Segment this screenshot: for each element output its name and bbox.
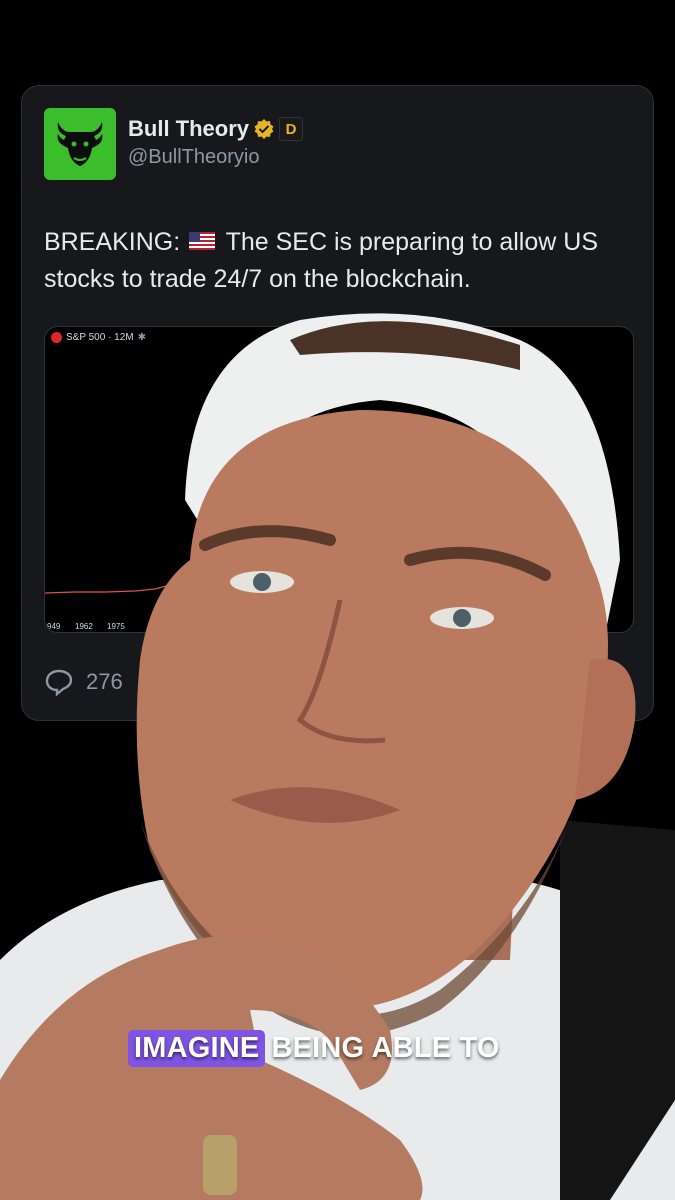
presenter-video — [0, 313, 675, 1200]
video-caption: IMAGINE BEING ABLE TO — [128, 1030, 500, 1067]
caption-highlight-word: IMAGINE — [128, 1030, 266, 1067]
presenter-ring — [203, 1135, 237, 1195]
caption-text: BEING ABLE TO — [271, 1032, 500, 1064]
